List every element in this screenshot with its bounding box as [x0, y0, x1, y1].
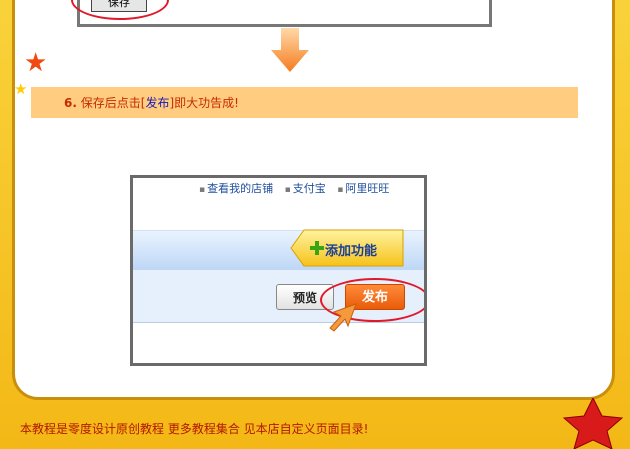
- link-alipay[interactable]: 支付宝: [293, 182, 326, 195]
- step-text-before: 保存后点击[: [80, 96, 146, 110]
- footer-text: 本教程是零度设计原创教程 更多教程集合 见本店自定义页面目录!: [20, 422, 369, 436]
- down-arrow-icon: [271, 28, 309, 72]
- top-links: ▪ 查看我的店铺 ▪ 支付宝 ▪ 阿里旺旺: [199, 180, 397, 196]
- step-text-after: ]即大功告成!: [169, 96, 239, 110]
- star-icon: ★: [24, 48, 48, 78]
- bullet-icon: ▪: [199, 185, 206, 195]
- star-icon: ★: [14, 80, 28, 98]
- step-instruction: 6. 保存后点击[发布]即大功告成!: [64, 94, 239, 111]
- step-publish-link: 发布: [145, 96, 170, 110]
- bullet-icon: ▪: [337, 185, 344, 195]
- bullet-icon: ▪: [284, 185, 291, 195]
- star-decoration-icon: [562, 398, 624, 449]
- publish-screenshot: ▪ 查看我的店铺 ▪ 支付宝 ▪ 阿里旺旺 添加功能 预览 发布: [130, 175, 427, 366]
- link-wangwang[interactable]: 阿里旺旺: [345, 182, 389, 195]
- cursor-arrow-icon: [329, 303, 357, 332]
- step-number: 6.: [64, 96, 77, 110]
- plus-icon: [310, 241, 324, 255]
- link-view-shop[interactable]: 查看我的店铺: [207, 182, 273, 195]
- add-function-label: 添加功能: [325, 244, 378, 259]
